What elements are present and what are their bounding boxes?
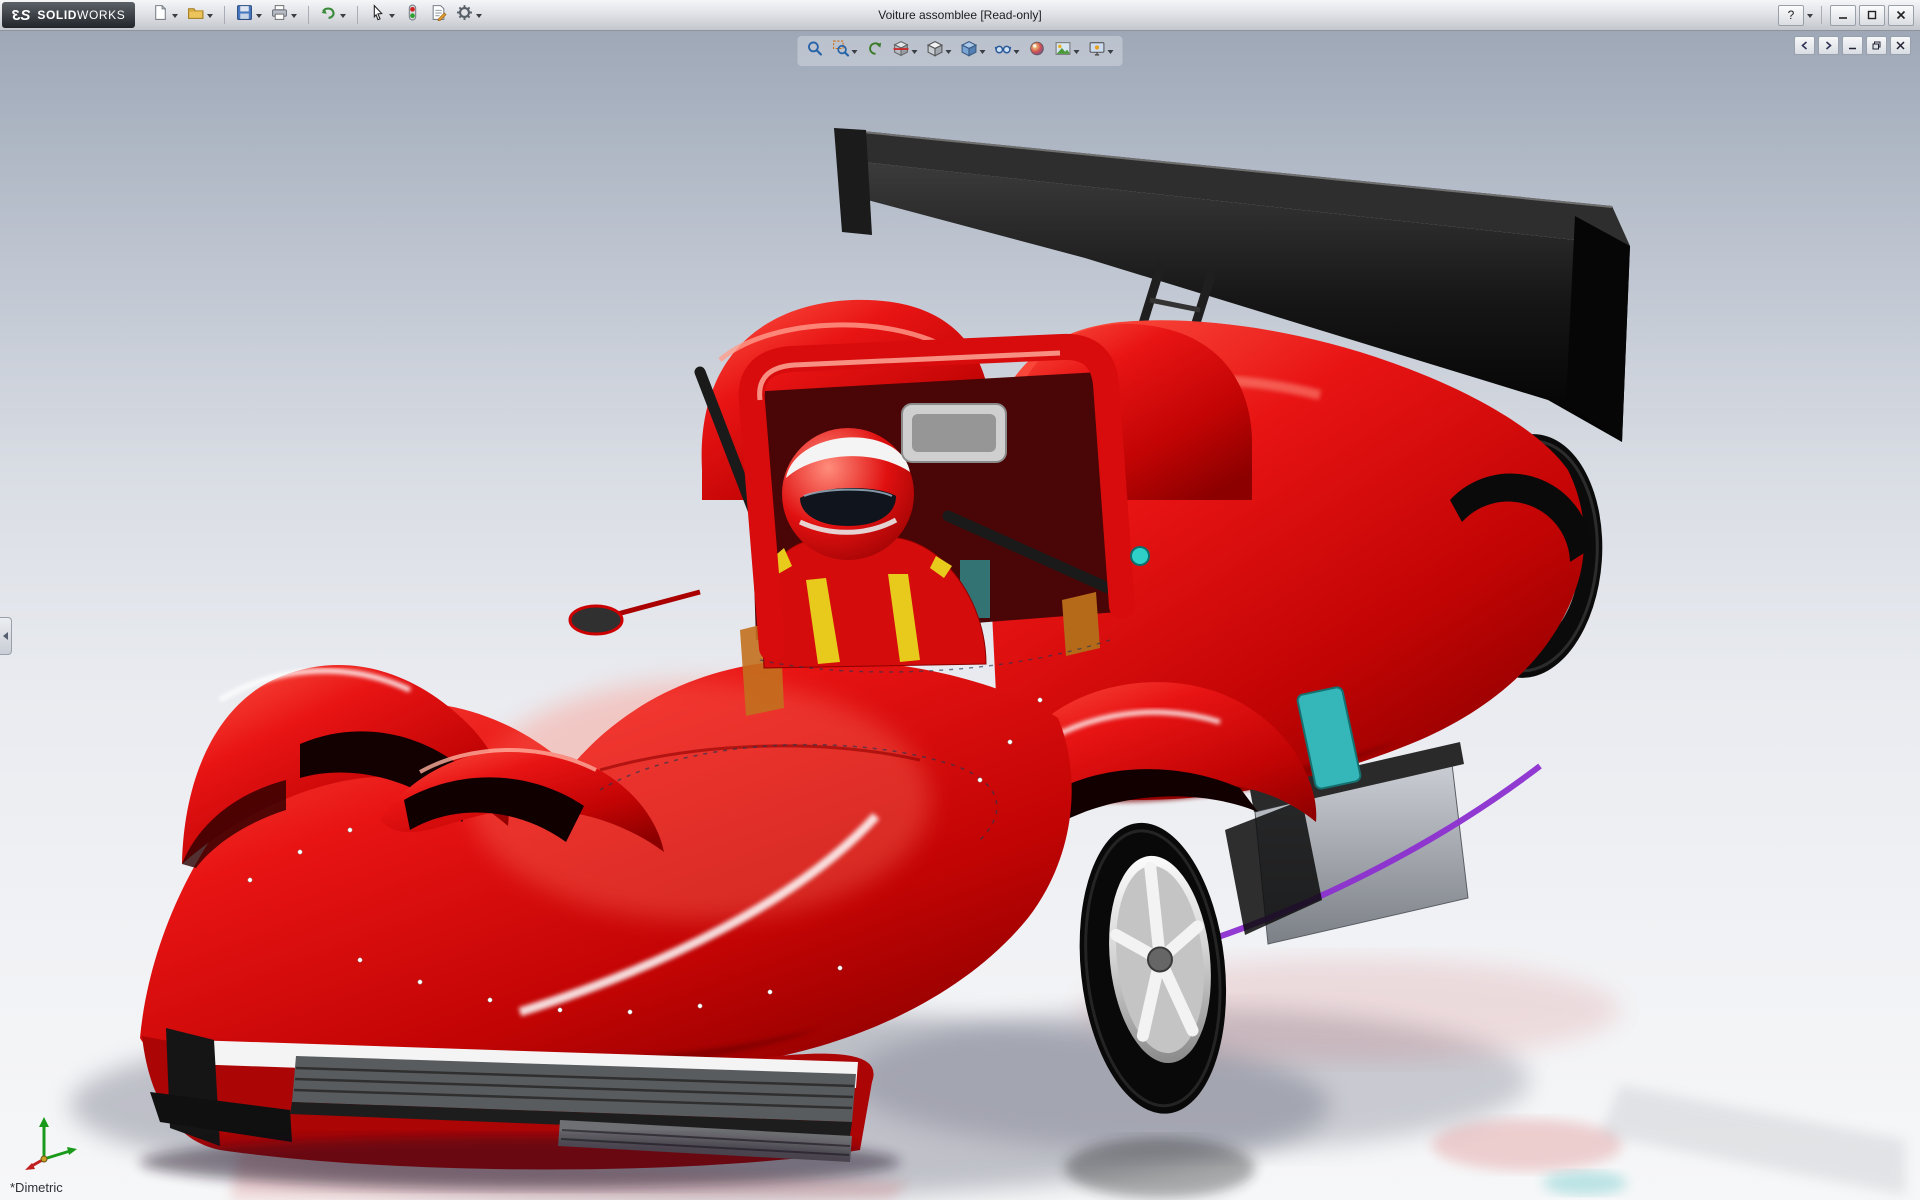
dropdown-caret[interactable] (389, 14, 395, 18)
view-orientation-icon (927, 40, 944, 62)
doc-close-button[interactable] (1890, 36, 1911, 55)
view-settings-button[interactable] (1087, 38, 1116, 64)
file-properties-icon (430, 4, 447, 26)
previous-view-icon (867, 40, 884, 62)
help-button[interactable]: ? (1778, 5, 1804, 26)
teal-lamp (1131, 547, 1149, 565)
dropdown-caret[interactable] (256, 14, 262, 18)
view-orientation-button[interactable] (925, 38, 954, 64)
dropdown-caret[interactable] (172, 14, 178, 18)
new-document-button[interactable] (149, 2, 181, 28)
orientation-triad (22, 1107, 86, 1176)
toolbar-separator (308, 6, 309, 24)
file-properties-button[interactable] (427, 2, 450, 28)
solidworks-logo: 3S SOLIDWORKS (2, 2, 135, 28)
minimize-button[interactable] (1830, 5, 1856, 26)
dropdown-caret[interactable] (852, 50, 858, 54)
save-button[interactable] (233, 2, 265, 28)
open-button[interactable] (184, 2, 216, 28)
dassault-3ds-mark: 3S (12, 7, 30, 24)
toolbar-separator (224, 6, 225, 24)
toolbar-separator (357, 6, 358, 24)
previous-view-button[interactable] (865, 38, 886, 64)
rebuild-button[interactable] (401, 2, 424, 28)
print-button[interactable] (268, 2, 300, 28)
view-orientation-label: *Dimetric (10, 1180, 63, 1195)
dropdown-caret[interactable] (207, 14, 213, 18)
dropdown-caret[interactable] (291, 14, 297, 18)
dropdown-caret[interactable] (1014, 50, 1020, 54)
section-view-icon (893, 40, 910, 62)
help-dropdown-caret[interactable] (1807, 14, 1813, 18)
edit-appearance-button[interactable] (1027, 38, 1048, 64)
select-button[interactable] (366, 2, 398, 28)
new-document-icon (152, 4, 169, 26)
window-controls: ? (1778, 5, 1920, 26)
graphics-area[interactable]: *Dimetric (0, 31, 1920, 1200)
display-style-icon (961, 40, 978, 62)
undo-button[interactable] (317, 2, 349, 28)
side-mirror (570, 606, 622, 634)
feature-manager-collapse-tab[interactable] (0, 617, 12, 655)
document-window-controls (1794, 36, 1911, 55)
next-window-button[interactable] (1818, 36, 1839, 55)
appearance-ball-icon (1029, 40, 1046, 62)
hide-show-items-button[interactable] (993, 38, 1022, 64)
document-title: Voiture assomblee [Read-only] (878, 8, 1041, 22)
print-icon (271, 4, 288, 26)
rebuild-stoplight-icon (404, 4, 421, 26)
zoom-to-fit-button[interactable] (805, 38, 826, 64)
doc-restore-button[interactable] (1866, 36, 1887, 55)
titlebar: 3S SOLIDWORKS (0, 0, 1920, 31)
heads-up-view-toolbar (798, 36, 1123, 66)
dropdown-caret[interactable] (340, 14, 346, 18)
toolbar-separator (1821, 6, 1822, 24)
dropdown-caret[interactable] (980, 50, 986, 54)
dropdown-caret[interactable] (1074, 50, 1080, 54)
chevron-left-icon (3, 632, 8, 640)
apply-scene-button[interactable] (1053, 38, 1082, 64)
close-button[interactable] (1888, 5, 1914, 26)
zoom-area-icon (833, 40, 850, 62)
scene-icon (1055, 40, 1072, 62)
section-view-button[interactable] (891, 38, 920, 64)
dropdown-caret[interactable] (476, 14, 482, 18)
save-floppy-icon (236, 4, 253, 26)
gear-icon (456, 4, 473, 26)
dropdown-caret[interactable] (946, 50, 952, 54)
previous-window-button[interactable] (1794, 36, 1815, 55)
interior-orange-panel-right (1062, 592, 1100, 656)
view-settings-icon (1089, 40, 1106, 62)
standard-toolbar (149, 2, 485, 28)
zoom-to-area-button[interactable] (831, 38, 860, 64)
maximize-button[interactable] (1859, 5, 1885, 26)
zoom-fit-icon (807, 40, 824, 62)
cursor-arrow-icon (369, 4, 386, 26)
open-folder-icon (187, 4, 204, 26)
undo-arrow-icon (320, 4, 337, 26)
dropdown-caret[interactable] (1108, 50, 1114, 54)
eyeglasses-icon (995, 40, 1012, 62)
dropdown-caret[interactable] (912, 50, 918, 54)
doc-minimize-button[interactable] (1842, 36, 1863, 55)
brand-wordmark: SOLIDWORKS (37, 8, 125, 22)
display-style-button[interactable] (959, 38, 988, 64)
model-view-race-car[interactable] (0, 31, 1920, 1200)
options-button[interactable] (453, 2, 485, 28)
